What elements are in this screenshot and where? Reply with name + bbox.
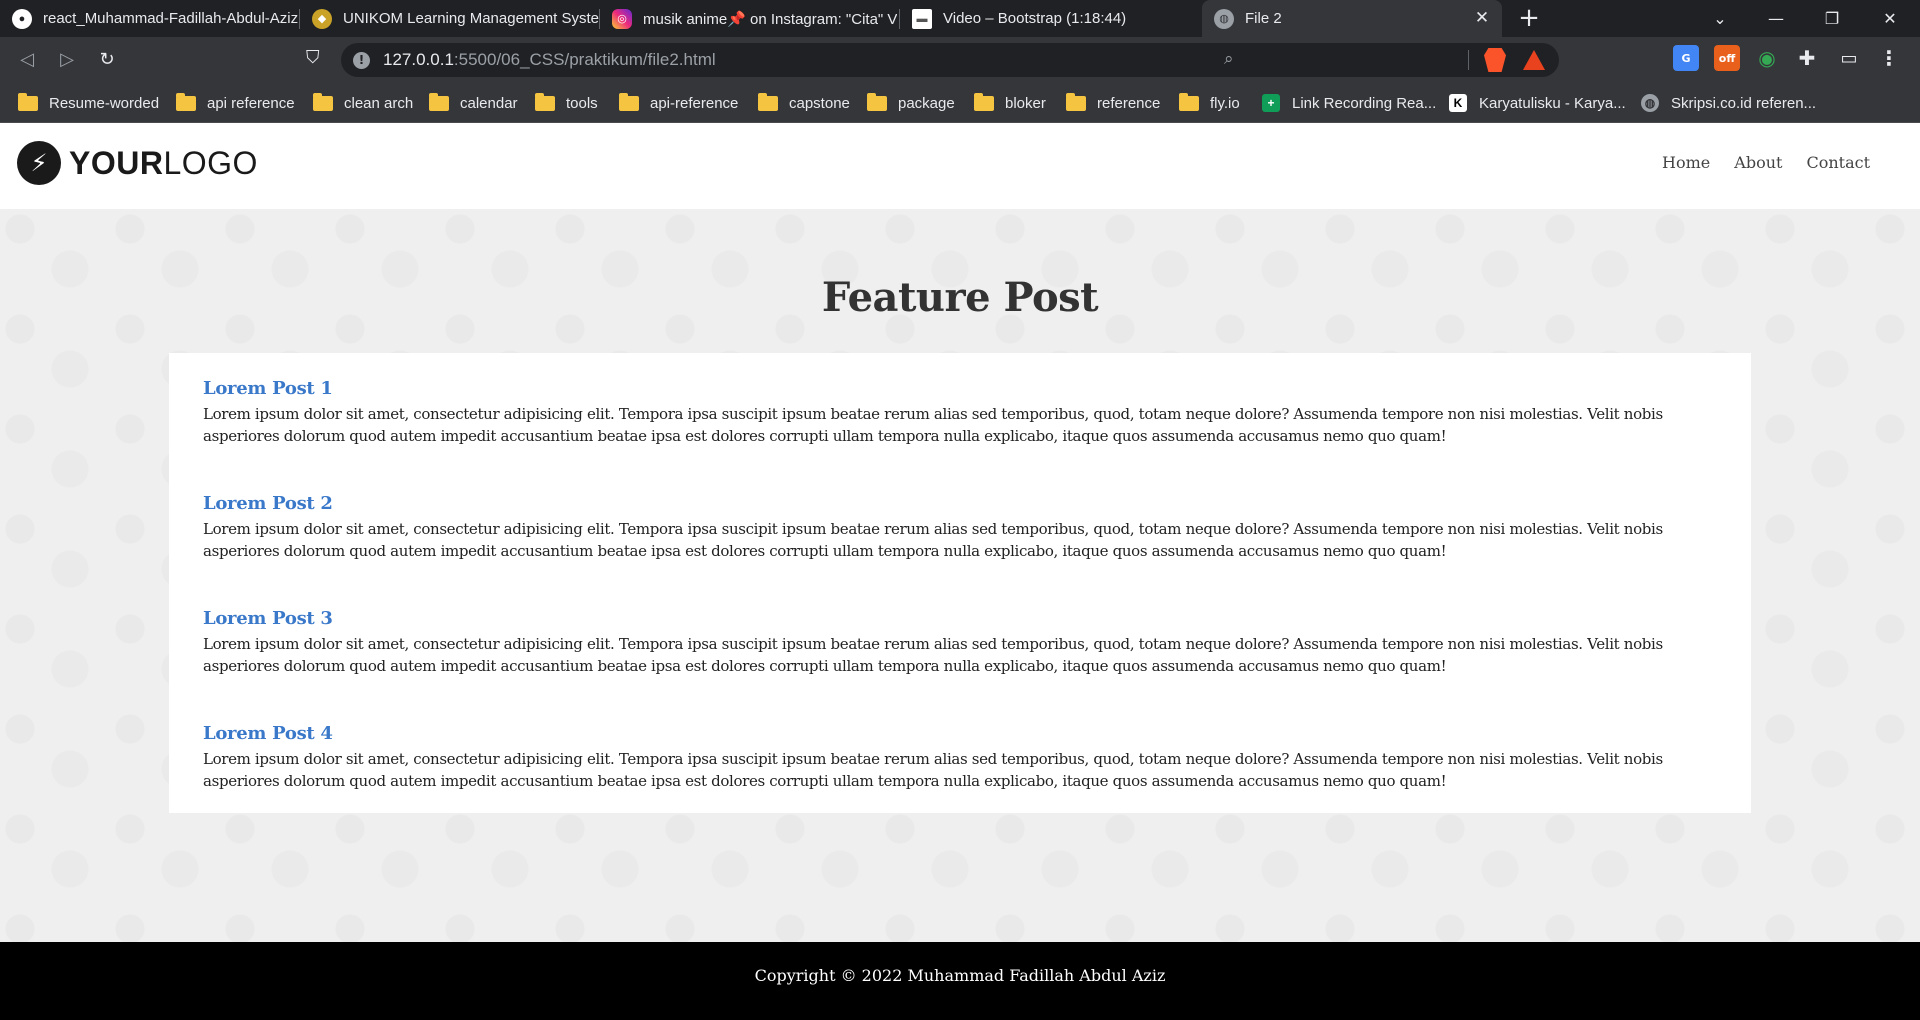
page-title: Feature Post	[821, 274, 1099, 321]
bookmark-item[interactable]: api reference	[176, 83, 295, 123]
bookmark-item[interactable]: K Karyatulisku - Karya...	[1449, 83, 1626, 123]
forward-icon[interactable]: ▷	[54, 47, 80, 73]
feature-section: Feature Post Lorem Post 1 Lorem ipsum do…	[0, 209, 1920, 942]
close-window-button[interactable]: ✕	[1862, 0, 1918, 37]
restore-button[interactable]: ❐	[1804, 0, 1860, 37]
folder-icon	[429, 92, 449, 111]
bookmarks-bar: Resume-worded api reference clean arch c…	[0, 83, 1920, 123]
site-info-icon[interactable]: !	[353, 52, 370, 69]
post-title[interactable]: Lorem Post 3	[203, 608, 1717, 629]
folder-icon	[758, 92, 778, 111]
folder-icon	[1179, 92, 1199, 111]
nav-link-contact[interactable]: Contact	[1806, 153, 1870, 172]
site-nav: Home About Contact	[1662, 153, 1870, 172]
sheets-icon: +	[1262, 94, 1280, 112]
brave-rewards-icon[interactable]	[1523, 50, 1545, 70]
post-item: Lorem Post 1 Lorem ipsum dolor sit amet,…	[203, 378, 1717, 493]
eye-extension-icon[interactable]: ◉	[1754, 45, 1780, 71]
folder-icon	[867, 92, 887, 111]
k-icon: K	[1449, 94, 1467, 112]
tab-title: Video – Bootstrap (1:18:44)	[943, 10, 1127, 27]
post-item: Lorem Post 4 Lorem ipsum dolor sit amet,…	[203, 723, 1717, 838]
folder-icon	[1066, 92, 1086, 111]
tab-title: UNIKOM Learning Management Syste	[343, 10, 599, 27]
folder-icon	[974, 92, 994, 111]
bookmark-item[interactable]: package	[867, 83, 955, 123]
nav-link-home[interactable]: Home	[1662, 153, 1710, 172]
zoom-icon[interactable]: ⌕	[1224, 49, 1234, 69]
translate-extension-icon[interactable]: G	[1673, 45, 1699, 71]
post-body: Lorem ipsum dolor sit amet, consectetur …	[203, 635, 1663, 675]
copyright-text: Copyright © 2022 Muhammad Fadillah Abdul…	[754, 966, 1166, 985]
tab-title: react_Muhammad-Fadillah-Abdul-Aziz	[43, 10, 299, 27]
close-tab-icon[interactable]: ✕	[1472, 8, 1492, 28]
post-body: Lorem ipsum dolor sit amet, consectetur …	[203, 405, 1663, 445]
brave-shields-icon[interactable]	[1484, 48, 1506, 72]
site-header: ⚡ YOURLOGO Home About Contact	[0, 123, 1920, 209]
bookmark-item[interactable]: bloker	[974, 83, 1046, 123]
globe-icon: ◍	[1641, 94, 1659, 112]
lightning-bolt-icon: ⚡	[17, 141, 61, 185]
video-icon: ▬	[912, 8, 932, 29]
post-body: Lorem ipsum dolor sit amet, consectetur …	[203, 520, 1663, 560]
bookmark-item[interactable]: ◍ Skripsi.co.id referen...	[1641, 83, 1816, 123]
bookmark-item[interactable]: capstone	[758, 83, 850, 123]
new-tab-button[interactable]: +	[1514, 4, 1544, 34]
minimize-button[interactable]: —	[1748, 0, 1804, 37]
post-body: Lorem ipsum dolor sit amet, consectetur …	[203, 750, 1663, 790]
tab-github[interactable]: ● react_Muhammad-Fadillah-Abdul-Aziz	[0, 0, 300, 37]
bookmark-item[interactable]: reference	[1066, 83, 1160, 123]
folder-icon	[313, 92, 333, 111]
site-footer: Copyright © 2022 Muhammad Fadillah Abdul…	[0, 942, 1920, 1020]
browser-toolbar: ◁ ▷ ↻ ⛉ ! 127.0.0.1:5500/06_CSS/praktiku…	[0, 37, 1920, 83]
post-title[interactable]: Lorem Post 4	[203, 723, 1717, 744]
bookmark-item[interactable]: + Link Recording Rea...	[1262, 83, 1436, 123]
bookmark-item[interactable]: tools	[535, 83, 598, 123]
github-icon: ●	[12, 8, 32, 29]
back-icon[interactable]: ◁	[14, 47, 40, 73]
menu-icon[interactable]: ⋮	[1876, 45, 1902, 71]
tab-strip: ● react_Muhammad-Fadillah-Abdul-Aziz ◆ U…	[0, 0, 1920, 37]
bookmark-item[interactable]: api-reference	[619, 83, 738, 123]
tab-instagram[interactable]: ◎ musik anime📌 on Instagram: "Cita" V	[600, 0, 900, 37]
post-item: Lorem Post 2 Lorem ipsum dolor sit amet,…	[203, 493, 1717, 608]
logo-text: YOURLOGO	[69, 144, 258, 181]
tab-title: File 2	[1245, 10, 1282, 27]
tab-search-icon[interactable]: ⌄	[1692, 0, 1748, 37]
folder-icon	[535, 92, 555, 111]
nav-link-about[interactable]: About	[1734, 153, 1782, 172]
off-extension-icon[interactable]: off	[1714, 45, 1740, 71]
post-title[interactable]: Lorem Post 2	[203, 493, 1717, 514]
site-logo[interactable]: ⚡ YOURLOGO	[17, 141, 258, 185]
bookmark-item[interactable]: fly.io	[1179, 83, 1240, 123]
reload-icon[interactable]: ↻	[94, 47, 120, 73]
tab-unikom[interactable]: ◆ UNIKOM Learning Management Syste	[300, 0, 600, 37]
bookmark-item[interactable]: Resume-worded	[18, 83, 159, 123]
bookmark-item[interactable]: calendar	[429, 83, 518, 123]
post-title[interactable]: Lorem Post 1	[203, 378, 1717, 399]
folder-icon	[176, 92, 196, 111]
extensions-puzzle-icon[interactable]: ✚	[1794, 45, 1820, 71]
globe-icon: ◍	[1214, 8, 1234, 29]
folder-icon	[619, 92, 639, 111]
bookmark-page-icon[interactable]: ⛉	[306, 47, 322, 71]
address-bar[interactable]: ! 127.0.0.1:5500/06_CSS/praktikum/file2.…	[341, 43, 1559, 77]
post-item: Lorem Post 3 Lorem ipsum dolor sit amet,…	[203, 608, 1717, 723]
bookmark-item[interactable]: clean arch	[313, 83, 413, 123]
tab-title: musik anime📌 on Instagram: "Cita" V	[643, 10, 898, 28]
tab-video-bootstrap[interactable]: ▬ Video – Bootstrap (1:18:44)	[900, 0, 1200, 37]
wallet-icon[interactable]: ▭	[1836, 45, 1862, 71]
instagram-icon: ◎	[612, 8, 632, 29]
folder-icon	[18, 92, 38, 111]
tab-file2[interactable]: ◍ File 2 ✕	[1202, 0, 1502, 37]
url-text[interactable]: 127.0.0.1:5500/06_CSS/praktikum/file2.ht…	[383, 50, 716, 70]
posts-container: Lorem Post 1 Lorem ipsum dolor sit amet,…	[169, 353, 1751, 813]
unikom-icon: ◆	[312, 8, 332, 29]
